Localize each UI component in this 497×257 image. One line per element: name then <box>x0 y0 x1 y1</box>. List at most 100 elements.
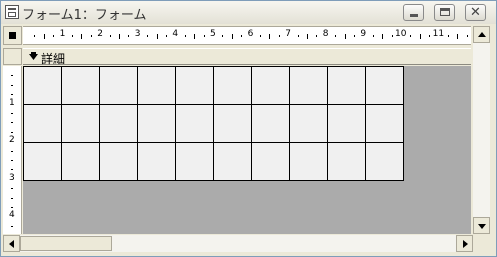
ruler-tick <box>11 150 13 152</box>
grid-cell[interactable] <box>61 66 100 105</box>
grid-cell[interactable] <box>251 142 290 181</box>
grid-cell[interactable] <box>289 142 328 181</box>
ruler-tick <box>354 35 355 37</box>
ruler-label: 5 <box>210 29 216 39</box>
ruler-tick <box>11 169 13 171</box>
detail-section-grid[interactable] <box>23 66 404 181</box>
ruler-tick <box>90 35 92 37</box>
grid-cell[interactable] <box>327 142 366 181</box>
ruler-tick <box>372 35 374 37</box>
ruler-label: 3 <box>134 29 141 39</box>
grid-cell[interactable] <box>289 104 328 143</box>
horizontal-scroll-thumb[interactable] <box>20 236 112 251</box>
grid-cell[interactable] <box>213 66 252 105</box>
title-bar[interactable]: フォーム1：フォーム ✕ <box>1 1 496 24</box>
ruler-tick <box>222 35 224 37</box>
grid-cell[interactable] <box>213 104 252 143</box>
grid-cell[interactable] <box>365 66 404 105</box>
vertical-scrollbar[interactable] <box>473 26 490 234</box>
minimize-button[interactable] <box>403 4 424 21</box>
ruler-tick <box>448 35 449 37</box>
ruler-tick <box>11 122 13 124</box>
ruler-tick <box>410 35 412 37</box>
close-button[interactable]: ✕ <box>465 4 486 21</box>
grid-cell[interactable] <box>137 104 176 143</box>
grid-cell[interactable] <box>213 142 252 181</box>
ruler-label: 1 <box>59 29 66 39</box>
form-icon[interactable] <box>5 5 19 19</box>
ruler-tick <box>184 35 186 37</box>
ruler-tick <box>278 35 280 37</box>
design-canvas[interactable] <box>23 66 471 234</box>
down-arrow-icon <box>29 52 38 60</box>
ruler-label: 11 <box>432 29 445 39</box>
ruler-tick <box>53 35 55 37</box>
grid-cell[interactable] <box>23 142 62 181</box>
up-arrow-icon <box>478 32 486 37</box>
ruler-tick <box>11 84 13 86</box>
grid-cell[interactable] <box>327 66 366 105</box>
grid-cell[interactable] <box>365 142 404 181</box>
ruler-label: 2 <box>9 135 15 146</box>
scroll-left-button[interactable] <box>3 235 20 252</box>
grid-cell[interactable] <box>175 142 214 181</box>
grid-cell[interactable] <box>137 142 176 181</box>
ruler-tick <box>297 35 299 37</box>
ruler-tick <box>156 34 158 39</box>
ruler-tick <box>429 35 431 37</box>
grid-cell[interactable] <box>251 104 290 143</box>
grid-cell[interactable] <box>23 66 62 105</box>
section-selector[interactable] <box>3 48 22 65</box>
ruler-label: 3 <box>9 172 15 183</box>
size-grip[interactable] <box>473 235 490 252</box>
ruler-tick <box>11 131 13 133</box>
ruler-label: 4 <box>172 29 179 39</box>
ruler-tick <box>11 160 13 161</box>
scroll-right-button[interactable] <box>456 235 473 252</box>
grid-cell[interactable] <box>175 104 214 143</box>
ruler-tick <box>231 34 233 39</box>
grid-cell[interactable] <box>289 66 328 105</box>
vertical-ruler[interactable]: 1 2 3 4 <box>3 66 22 234</box>
ruler-tick <box>11 75 13 77</box>
grid-cell[interactable] <box>23 104 62 143</box>
ruler-tick <box>457 34 459 39</box>
ruler-tick <box>391 35 393 37</box>
ruler-tick <box>307 34 308 39</box>
grid-cell[interactable] <box>251 66 290 105</box>
form-window: フォーム1：フォーム ✕ 1 2 3 4 5 6 7 8 9 10 11 詳細 1 2 3 4 <box>0 0 497 257</box>
horizontal-ruler[interactable]: 1 2 3 4 5 6 7 8 9 10 11 <box>23 26 471 45</box>
maximize-button[interactable] <box>434 4 455 21</box>
minimize-icon <box>410 14 418 17</box>
ruler-label: 10 <box>395 29 407 39</box>
ruler-tick <box>466 35 468 37</box>
ruler-tick <box>11 207 13 208</box>
horizontal-scrollbar[interactable] <box>3 235 473 252</box>
ruler-tick <box>34 35 36 37</box>
grid-cell[interactable] <box>99 142 138 181</box>
ruler-tick <box>147 35 149 37</box>
down-arrow-icon <box>478 224 486 229</box>
ruler-tick <box>43 34 45 39</box>
ruler-label: 6 <box>247 29 254 39</box>
grid-cell[interactable] <box>61 104 100 143</box>
ruler-tick <box>11 113 13 114</box>
form-selector-button[interactable] <box>3 26 22 45</box>
grid-cell[interactable] <box>365 104 404 143</box>
grid-cell[interactable] <box>327 104 366 143</box>
grid-cell[interactable] <box>99 66 138 105</box>
ruler-tick <box>269 34 271 39</box>
grid-cell[interactable] <box>99 104 138 143</box>
detail-section-bar[interactable]: 詳細 <box>23 48 471 66</box>
grid-cell[interactable] <box>61 142 100 181</box>
right-arrow-icon <box>463 240 468 248</box>
ruler-label: 1 <box>9 97 15 108</box>
grid-cell[interactable] <box>137 66 176 105</box>
scroll-down-button[interactable] <box>473 217 490 234</box>
ruler-tick <box>72 35 73 37</box>
grid-cell[interactable] <box>175 66 214 105</box>
ruler-tick <box>203 35 205 37</box>
ruler-tick <box>241 35 243 37</box>
scroll-up-button[interactable] <box>473 26 490 43</box>
ruler-tick <box>81 34 83 39</box>
